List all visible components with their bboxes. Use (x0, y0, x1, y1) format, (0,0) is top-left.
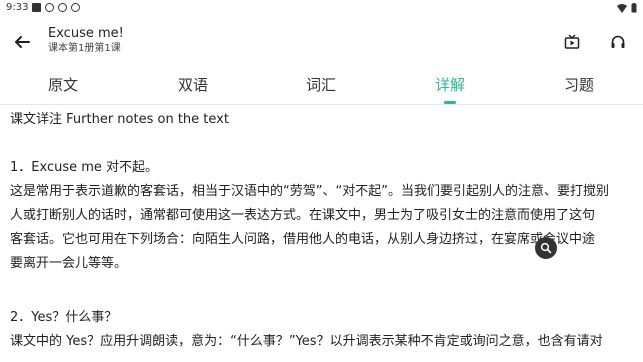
screen: 9:33 Excuse me! 课本第1册第1课 原文 双语 词汇 详解 习题 … (0, 0, 643, 362)
status-icons (32, 3, 80, 12)
note-text: 课文中的 Yes？应用升调朗读，意为：“什么事？”Yes？以升调表示某种不肯定或… (10, 334, 603, 349)
tab-explanation[interactable]: 详解 (410, 70, 490, 104)
battery-icon (631, 3, 637, 13)
notification-icon (45, 3, 54, 12)
title-block: Excuse me! 课本第1册第1课 (48, 26, 124, 56)
note-title: 1．Excuse me 对不起。 (10, 160, 159, 175)
tab-bar: 原文 双语 词汇 详解 习题 (0, 70, 643, 105)
section-heading: 课文详注 Further notes on the text (10, 112, 229, 127)
back-button[interactable] (10, 30, 34, 54)
tab-bilingual[interactable]: 双语 (153, 70, 233, 104)
video-button[interactable] (560, 30, 584, 54)
note-text: 这是常用于表示道歉的客套话，相当于汉语中的“劳驾”、“对不起”。当我们要引起别人… (10, 184, 609, 199)
notification-icon (58, 3, 67, 12)
headphones-icon (611, 35, 625, 48)
tab-vocabulary[interactable]: 词汇 (281, 70, 361, 104)
search-button[interactable] (535, 237, 557, 259)
notification-icon (32, 3, 41, 12)
page-title: Excuse me! (48, 26, 124, 41)
notification-icon (71, 3, 80, 12)
note-text: 人或打断别人的话时，通常都可使用这一表达方式。在课文中，男士为了吸引女士的注意而… (10, 208, 596, 223)
tab-explanation-label: 详解 (434, 76, 465, 94)
tv-icon (564, 34, 580, 49)
wifi-icon (617, 3, 627, 13)
search-icon (540, 242, 552, 254)
note-text: 要离开一会儿等等。 (10, 256, 128, 271)
tab-exercises[interactable]: 习题 (539, 70, 619, 104)
tab-original[interactable]: 原文 (23, 70, 103, 104)
note-title: 2．Yes？什么事？ (10, 310, 118, 325)
status-time: 9:33 (6, 2, 29, 13)
status-right (617, 3, 637, 13)
arrow-left-icon (15, 36, 30, 48)
status-bar: 9:33 (0, 0, 643, 18)
audio-button[interactable] (606, 30, 630, 54)
app-bar: Excuse me! 课本第1册第1课 (0, 22, 643, 62)
note-text: 客套话。它也可用在下列场合：向陌生人问路，借用他人的电话，从别人身边挤过，在宴席… (10, 232, 596, 247)
tab-indicator (444, 101, 456, 104)
page-subtitle: 课本第1册第1课 (48, 43, 121, 54)
